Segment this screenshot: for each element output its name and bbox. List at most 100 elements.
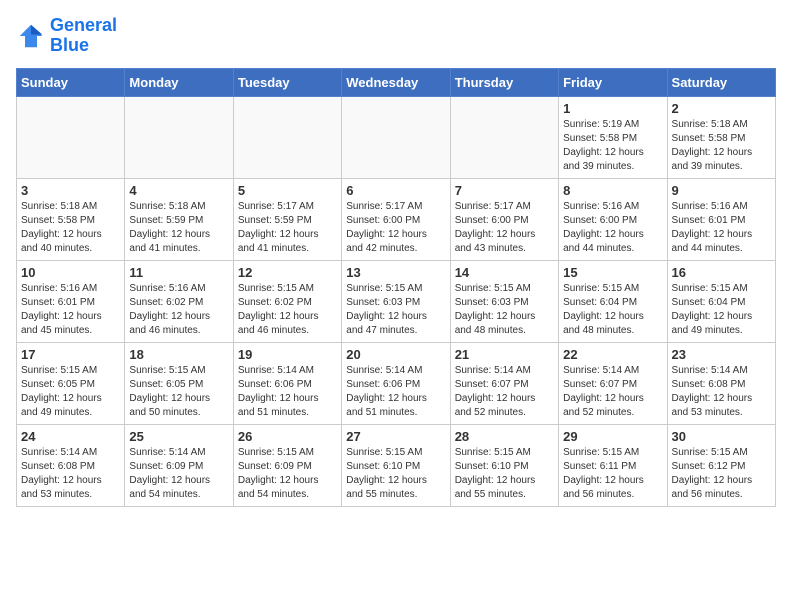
day-number: 6 [346,183,445,198]
calendar-table: SundayMondayTuesdayWednesdayThursdayFrid… [16,68,776,507]
day-info: Sunrise: 5:14 AM Sunset: 6:08 PM Dayligh… [672,364,771,420]
day-info: Sunrise: 5:15 AM Sunset: 6:03 PM Dayligh… [455,282,554,338]
day-info: Sunrise: 5:18 AM Sunset: 5:58 PM Dayligh… [21,200,120,256]
day-header-saturday: Saturday [667,68,775,96]
calendar-cell: 26 Sunrise: 5:15 AM Sunset: 6:09 PM Dayli… [233,424,341,506]
calendar-cell: 6 Sunrise: 5:17 AM Sunset: 6:00 PM Daylig… [342,178,450,260]
calendar-cell: 18Sunrise: 5:15 AM Sunset: 6:05 PM Dayli… [125,342,233,424]
day-number: 4 [129,183,228,198]
calendar-cell: 15 Sunrise: 5:15 AM Sunset: 6:04 PM Dayli… [559,260,667,342]
day-info: Sunrise: 5:15 AM Sunset: 6:10 PM Dayligh… [455,446,554,502]
day-number: 19 [238,347,337,362]
calendar-cell: 2 Sunrise: 5:18 AM Sunset: 5:58 PM Daylig… [667,96,775,178]
day-header-thursday: Thursday [450,68,558,96]
day-info: Sunrise: 5:16 AM Sunset: 6:01 PM Dayligh… [21,282,120,338]
calendar-cell: 4 Sunrise: 5:18 AM Sunset: 5:59 PM Daylig… [125,178,233,260]
calendar-cell: 17 Sunrise: 5:15 AM Sunset: 6:05 PM Dayli… [17,342,125,424]
calendar-cell: 7 Sunrise: 5:17 AM Sunset: 6:00 PM Daylig… [450,178,558,260]
logo: General Blue [16,16,117,56]
day-info: Sunrise: 5:14 AM Sunset: 6:06 PM Dayligh… [346,364,445,420]
logo-text: General Blue [50,16,117,56]
day-number: 7 [455,183,554,198]
calendar-cell: 13 Sunrise: 5:15 AM Sunset: 6:03 PM Dayli… [342,260,450,342]
day-number: 30 [672,429,771,444]
calendar-cell: 5 Sunrise: 5:17 AM Sunset: 5:59 PM Daylig… [233,178,341,260]
day-info: Sunrise: 5:15 AM Sunset: 6:02 PM Dayligh… [238,282,337,338]
day-info: Sunrise: 5:15 AM Sunset: 6:11 PM Dayligh… [563,446,662,502]
calendar-cell [17,96,125,178]
logo-icon [16,21,46,51]
calendar-cell: 27 Sunrise: 5:15 AM Sunset: 6:10 PM Dayli… [342,424,450,506]
day-info: Sunrise: 5:14 AM Sunset: 6:08 PM Dayligh… [21,446,120,502]
calendar-cell [450,96,558,178]
day-number: 12 [238,265,337,280]
calendar-cell: 8 Sunrise: 5:16 AM Sunset: 6:00 PM Daylig… [559,178,667,260]
day-info: Sunrise: 5:15 AM Sunset: 6:04 PM Dayligh… [563,282,662,338]
calendar-cell: 14 Sunrise: 5:15 AM Sunset: 6:03 PM Dayli… [450,260,558,342]
day-number: 15 [563,265,662,280]
calendar-cell: 10 Sunrise: 5:16 AM Sunset: 6:01 PM Dayli… [17,260,125,342]
day-info: Sunrise: 5:18 AM Sunset: 5:59 PM Dayligh… [129,200,228,256]
day-info: Sunrise: 5:18 AM Sunset: 5:58 PM Dayligh… [672,118,771,174]
calendar-cell: 12 Sunrise: 5:15 AM Sunset: 6:02 PM Dayli… [233,260,341,342]
calendar-cell: 23Sunrise: 5:14 AM Sunset: 6:08 PM Dayli… [667,342,775,424]
day-number: 20 [346,347,445,362]
day-number: 14 [455,265,554,280]
day-number: 25 [129,429,228,444]
page-header: General Blue [16,16,776,56]
calendar-week-row: 24 Sunrise: 5:14 AM Sunset: 6:08 PM Dayli… [17,424,776,506]
calendar-cell: 19Sunrise: 5:14 AM Sunset: 6:06 PM Dayli… [233,342,341,424]
day-number: 29 [563,429,662,444]
day-info: Sunrise: 5:17 AM Sunset: 5:59 PM Dayligh… [238,200,337,256]
calendar-cell [125,96,233,178]
day-number: 5 [238,183,337,198]
day-number: 8 [563,183,662,198]
day-number: 22 [563,347,662,362]
calendar-cell: 21 Sunrise: 5:14 AM Sunset: 6:07 PM Dayli… [450,342,558,424]
day-info: Sunrise: 5:14 AM Sunset: 6:07 PM Dayligh… [455,364,554,420]
day-number: 27 [346,429,445,444]
day-number: 28 [455,429,554,444]
day-header-friday: Friday [559,68,667,96]
day-info: Sunrise: 5:17 AM Sunset: 6:00 PM Dayligh… [346,200,445,256]
day-info: Sunrise: 5:15 AM Sunset: 6:05 PM Dayligh… [21,364,120,420]
day-header-wednesday: Wednesday [342,68,450,96]
day-number: 26 [238,429,337,444]
day-info: Sunrise: 5:17 AM Sunset: 6:00 PM Dayligh… [455,200,554,256]
day-number: 10 [21,265,120,280]
calendar-cell: 11 Sunrise: 5:16 AM Sunset: 6:02 PM Dayli… [125,260,233,342]
day-info: Sunrise: 5:16 AM Sunset: 6:00 PM Dayligh… [563,200,662,256]
day-number: 16 [672,265,771,280]
day-number: 24 [21,429,120,444]
day-number: 11 [129,265,228,280]
day-info: Sunrise: 5:19 AM Sunset: 5:58 PM Dayligh… [563,118,662,174]
calendar-cell: 25Sunrise: 5:14 AM Sunset: 6:09 PM Dayli… [125,424,233,506]
day-info: Sunrise: 5:16 AM Sunset: 6:01 PM Dayligh… [672,200,771,256]
calendar-cell: 24 Sunrise: 5:14 AM Sunset: 6:08 PM Dayli… [17,424,125,506]
day-number: 17 [21,347,120,362]
day-info: Sunrise: 5:15 AM Sunset: 6:09 PM Dayligh… [238,446,337,502]
calendar-cell: 29 Sunrise: 5:15 AM Sunset: 6:11 PM Dayli… [559,424,667,506]
day-number: 13 [346,265,445,280]
day-number: 2 [672,101,771,116]
day-info: Sunrise: 5:15 AM Sunset: 6:12 PM Dayligh… [672,446,771,502]
calendar-cell: 22 Sunrise: 5:14 AM Sunset: 6:07 PM Dayli… [559,342,667,424]
day-info: Sunrise: 5:16 AM Sunset: 6:02 PM Dayligh… [129,282,228,338]
calendar-week-row: 3 Sunrise: 5:18 AM Sunset: 5:58 PM Daylig… [17,178,776,260]
calendar-week-row: 1Sunrise: 5:19 AM Sunset: 5:58 PM Daylig… [17,96,776,178]
day-header-tuesday: Tuesday [233,68,341,96]
calendar-cell [233,96,341,178]
day-info: Sunrise: 5:14 AM Sunset: 6:07 PM Dayligh… [563,364,662,420]
calendar-cell: 16Sunrise: 5:15 AM Sunset: 6:04 PM Dayli… [667,260,775,342]
day-number: 3 [21,183,120,198]
calendar-cell [342,96,450,178]
day-info: Sunrise: 5:15 AM Sunset: 6:03 PM Dayligh… [346,282,445,338]
day-number: 21 [455,347,554,362]
day-info: Sunrise: 5:15 AM Sunset: 6:10 PM Dayligh… [346,446,445,502]
calendar-week-row: 17 Sunrise: 5:15 AM Sunset: 6:05 PM Dayli… [17,342,776,424]
day-header-sunday: Sunday [17,68,125,96]
calendar-week-row: 10 Sunrise: 5:16 AM Sunset: 6:01 PM Dayli… [17,260,776,342]
calendar-cell: 20 Sunrise: 5:14 AM Sunset: 6:06 PM Dayli… [342,342,450,424]
calendar-cell: 30 Sunrise: 5:15 AM Sunset: 6:12 PM Dayli… [667,424,775,506]
calendar-cell: 3 Sunrise: 5:18 AM Sunset: 5:58 PM Daylig… [17,178,125,260]
